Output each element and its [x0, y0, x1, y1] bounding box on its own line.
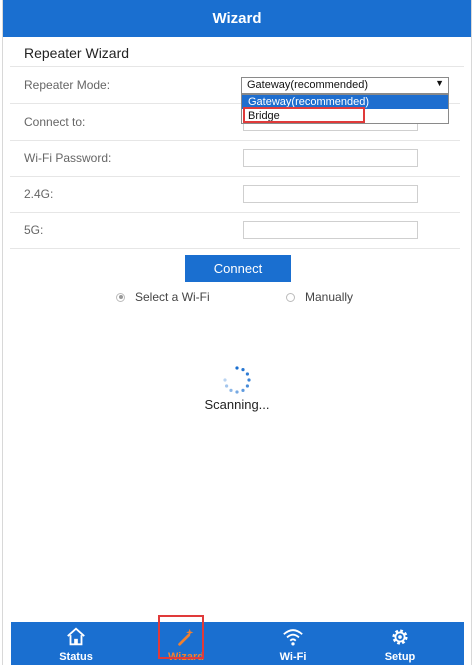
tab-status-label: Status — [59, 651, 93, 663]
annotation-highlight-box — [243, 107, 365, 123]
tab-wifi[interactable]: Wi-Fi — [248, 622, 338, 665]
tab-wifi-label: Wi-Fi — [279, 651, 307, 663]
bottom-tab-bar: Status Wizard Wi-Fi Setup — [11, 622, 464, 665]
band-24g-label: 2.4G: — [24, 187, 54, 201]
repeater-mode-value: Gateway(recommended) — [247, 79, 369, 91]
band-24g-field[interactable] — [243, 185, 418, 203]
band-5g-field[interactable] — [243, 221, 418, 239]
annotation-highlight-box-tab — [158, 615, 204, 659]
radio-select-wifi-label: Select a Wi-Fi — [135, 290, 210, 304]
band-5g-label: 5G: — [24, 223, 44, 237]
tab-status[interactable]: Status — [31, 622, 121, 665]
connect-button[interactable]: Connect — [185, 255, 291, 282]
tab-setup[interactable]: Setup — [355, 622, 445, 665]
band-24g-row: 2.4G: — [10, 176, 460, 213]
password-field[interactable] — [243, 149, 418, 167]
tab-setup-label: Setup — [384, 651, 416, 663]
radio-select-wifi-indicator[interactable] — [116, 292, 125, 302]
radio-manually[interactable]: Manually — [286, 290, 353, 304]
loading-spinner-icon — [223, 366, 251, 394]
header-bar: Wizard — [3, 0, 471, 37]
radio-select-wifi[interactable]: Select a Wi-Fi — [116, 290, 210, 304]
connect-to-label: Connect to: — [24, 115, 86, 129]
gear-icon — [392, 629, 408, 645]
repeater-mode-select[interactable]: Gateway(recommended) ▼ — [241, 77, 449, 94]
radio-manually-indicator[interactable] — [286, 292, 295, 302]
password-label: Wi-Fi Password: — [24, 151, 112, 165]
repeater-mode-label: Repeater Mode: — [24, 78, 111, 92]
radio-manually-label: Manually — [305, 290, 354, 304]
home-icon — [67, 627, 85, 646]
page-title: Wizard — [212, 10, 262, 27]
password-row: Wi-Fi Password: — [10, 140, 460, 177]
band-5g-row: 5G: — [10, 212, 460, 249]
section-title: Repeater Wizard — [24, 45, 130, 61]
dropdown-arrow-icon: ▼ — [435, 78, 444, 88]
wifi-icon — [283, 629, 303, 646]
scanning-status: Scanning... — [204, 397, 270, 412]
